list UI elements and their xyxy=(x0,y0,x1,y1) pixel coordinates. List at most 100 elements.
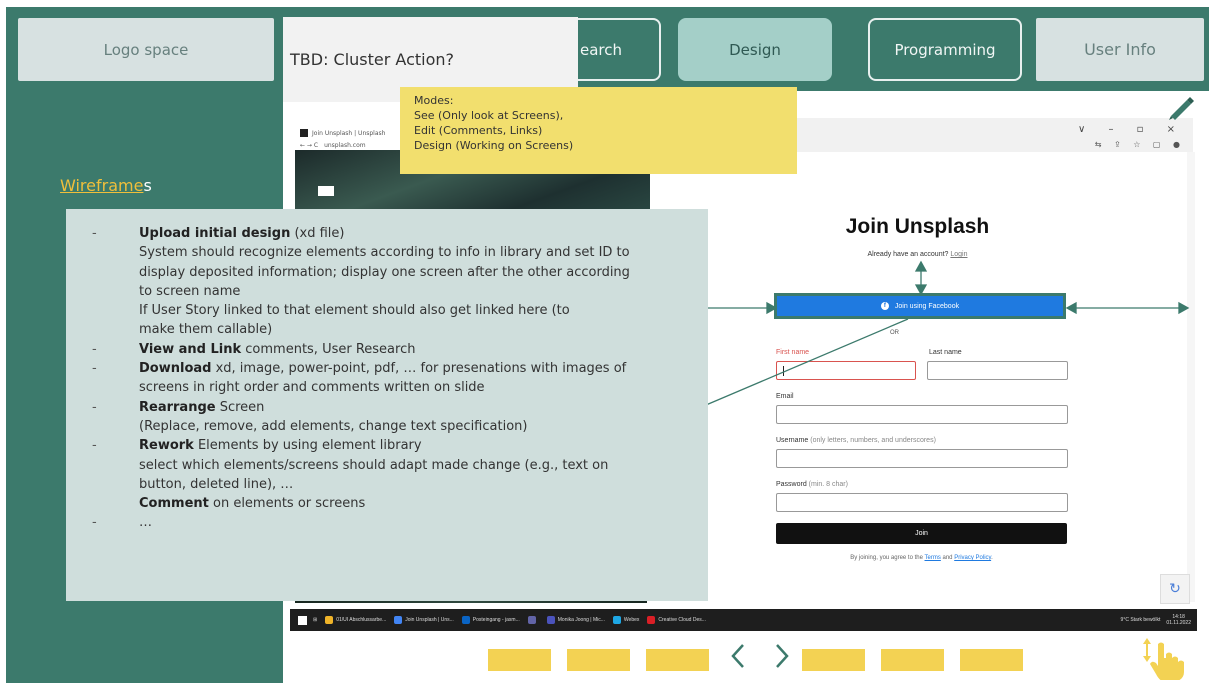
wireframes-link-underlined[interactable]: Wireframe xyxy=(60,176,143,195)
apps-icon xyxy=(527,616,536,624)
modes-note: Modes: See (Only look at Screens), Edit … xyxy=(400,87,797,174)
list-item-bold: Download xyxy=(139,361,212,377)
list-item-detail: button, deleted line), … xyxy=(139,476,294,492)
list-item: - Rework Elements by using element libra… xyxy=(92,436,708,455)
screen-thumbnail[interactable] xyxy=(802,649,865,671)
terms-suffix: . xyxy=(991,555,993,561)
list-item-rest: comments, User Research xyxy=(241,341,416,357)
list-item-rest: (xd file) xyxy=(290,226,345,241)
list-item-detail: display deposited information; display o… xyxy=(139,264,630,280)
system-tray[interactable]: 9°C Stark bewölkt 14:18 01.11.2022 xyxy=(1121,614,1191,626)
taskbar-item-label: Webex xyxy=(623,617,640,623)
first-name-label: First name xyxy=(776,349,810,356)
list-item-text: … xyxy=(139,515,152,531)
password-label: Password (min. 8 char) xyxy=(776,481,848,488)
nav-tab-design[interactable]: Design xyxy=(678,18,832,81)
wireframes-link-rest[interactable]: s xyxy=(143,176,151,195)
sidebar-item-wireframes[interactable]: Wireframes xyxy=(60,176,152,195)
list-dash: - xyxy=(92,361,97,377)
username-label-text: Username xyxy=(776,437,809,444)
screen-thumbnail[interactable] xyxy=(960,649,1023,671)
browser-scrollbar[interactable] xyxy=(1187,152,1195,602)
terms-notice: By joining, you agree to the Terms and P… xyxy=(776,555,1067,561)
username-label: Username (only letters, numbers, and und… xyxy=(776,437,936,444)
or-separator: OR xyxy=(890,330,899,336)
username-field[interactable] xyxy=(776,449,1068,468)
last-name-label: Last name xyxy=(929,349,962,356)
login-prompt-text: Already have an account? xyxy=(867,251,951,258)
windows-taskbar: ⊞ 01/UI Abschlussarbe... Join Unsplash |… xyxy=(290,609,1197,631)
window-controls-icon[interactable]: ∨ – ▫ × xyxy=(1078,124,1185,135)
taskbar-item[interactable]: Posteingang - jasm... xyxy=(461,616,520,624)
taskbar-item[interactable]: 01/UI Abschlussarbe... xyxy=(325,616,386,624)
login-prompt: Already have an account? Login xyxy=(650,251,1185,258)
page-title: Join Unsplash xyxy=(845,215,990,238)
clock-date: 01.11.2022 xyxy=(1166,620,1191,626)
taskbar-item[interactable]: Webex xyxy=(612,616,640,624)
pencil-icon[interactable] xyxy=(1165,92,1195,122)
chevron-right-icon[interactable] xyxy=(770,640,794,672)
list-item: - Download xd, image, power-point, pdf, … xyxy=(92,359,708,378)
taskbar-item-label: Posteingang - jasm... xyxy=(472,617,520,623)
terms-prefix: By joining, you agree to the xyxy=(850,555,925,561)
join-facebook-label: Join using Facebook xyxy=(894,302,960,310)
taskbar-item[interactable]: Monika Joong | Mic... xyxy=(546,616,605,624)
list-item-detail: (Replace, remove, add elements, change t… xyxy=(139,418,528,434)
taskbar-item[interactable]: Join Unsplash | Uns... xyxy=(394,616,454,624)
login-link[interactable]: Login xyxy=(950,251,967,258)
facebook-icon: f xyxy=(880,302,889,310)
screen-thumbnail[interactable] xyxy=(567,649,630,671)
list-item: - Rearrange Screen xyxy=(92,398,708,417)
logo-space: Logo space xyxy=(18,18,274,81)
taskbar-item-label: 01/UI Abschlussarbe... xyxy=(336,617,387,623)
list-item-rest: Screen xyxy=(215,399,265,415)
privacy-policy-link[interactable]: Privacy Policy xyxy=(954,555,991,561)
list-dash: - xyxy=(92,399,97,415)
hand-swipe-icon[interactable] xyxy=(1138,636,1188,680)
unsplash-logo-icon xyxy=(318,186,334,196)
text-cursor xyxy=(783,366,784,376)
join-button[interactable]: Join xyxy=(776,523,1067,544)
browser-toolbar-icons[interactable]: ⇆ ⇪ ☆ ▢ ● xyxy=(1095,140,1185,149)
teams-icon xyxy=(546,616,555,624)
first-name-field[interactable] xyxy=(776,361,916,380)
list-dash: - xyxy=(92,438,97,454)
terms-and: and xyxy=(940,555,955,561)
nav-tab-user-info[interactable]: User Info xyxy=(1036,18,1204,81)
windows-start-icon[interactable] xyxy=(298,615,307,625)
list-dash: - xyxy=(92,515,97,531)
screen-thumbnail[interactable] xyxy=(881,649,944,671)
list-item-text: Rearrange Screen xyxy=(139,398,708,417)
browser-nav-arrows-icon[interactable]: ← → C xyxy=(300,142,318,149)
list-item-bold: Rearrange xyxy=(139,399,216,415)
background-tab-title: Join Unsplash | Unsplash xyxy=(312,129,386,137)
last-name-field[interactable] xyxy=(927,361,1068,380)
screen-thumbnail[interactable] xyxy=(488,649,551,671)
taskbar-item-label: Creative Cloud Des... xyxy=(658,617,706,623)
list-item-rest: xd, image, power-point, pdf, … for prese… xyxy=(211,361,627,377)
clock[interactable]: 14:18 01.11.2022 xyxy=(1166,614,1191,626)
modes-line: Modes: xyxy=(414,94,454,107)
list-item-rest: on elements or screens xyxy=(208,496,366,512)
join-facebook-button[interactable]: f Join using Facebook xyxy=(774,293,1066,319)
screen-thumbnail[interactable] xyxy=(646,649,709,671)
terms-link[interactable]: Terms xyxy=(925,555,941,561)
list-item-rest: Elements by using element library xyxy=(193,438,422,454)
taskbar-search-icon[interactable]: ⊞ xyxy=(313,617,317,623)
list-item-detail: make them callable) xyxy=(139,322,273,338)
top-navigation-bar: Logo space earch Design Programming User… xyxy=(6,7,1209,91)
list-item-detail: System should recognize elements accordi… xyxy=(139,245,630,261)
chevron-left-icon[interactable] xyxy=(726,640,750,672)
taskbar-item[interactable] xyxy=(527,616,539,624)
taskbar-item[interactable]: Creative Cloud Des... xyxy=(647,616,706,624)
recaptcha-icon[interactable]: ↻ xyxy=(1160,574,1190,604)
email-field[interactable] xyxy=(776,405,1068,424)
list-item-bold: Upload initial design xyxy=(139,226,291,241)
list-item-detail: select which elements/screens should ada… xyxy=(139,457,609,473)
list-item: - View and Link comments, User Research xyxy=(92,340,708,359)
list-dash: - xyxy=(92,341,97,357)
list-item-text: Rework Elements by using element library xyxy=(139,436,708,455)
list-item-bold: Comment xyxy=(139,496,209,512)
password-field[interactable] xyxy=(776,493,1068,512)
nav-tab-programming[interactable]: Programming xyxy=(868,18,1022,81)
